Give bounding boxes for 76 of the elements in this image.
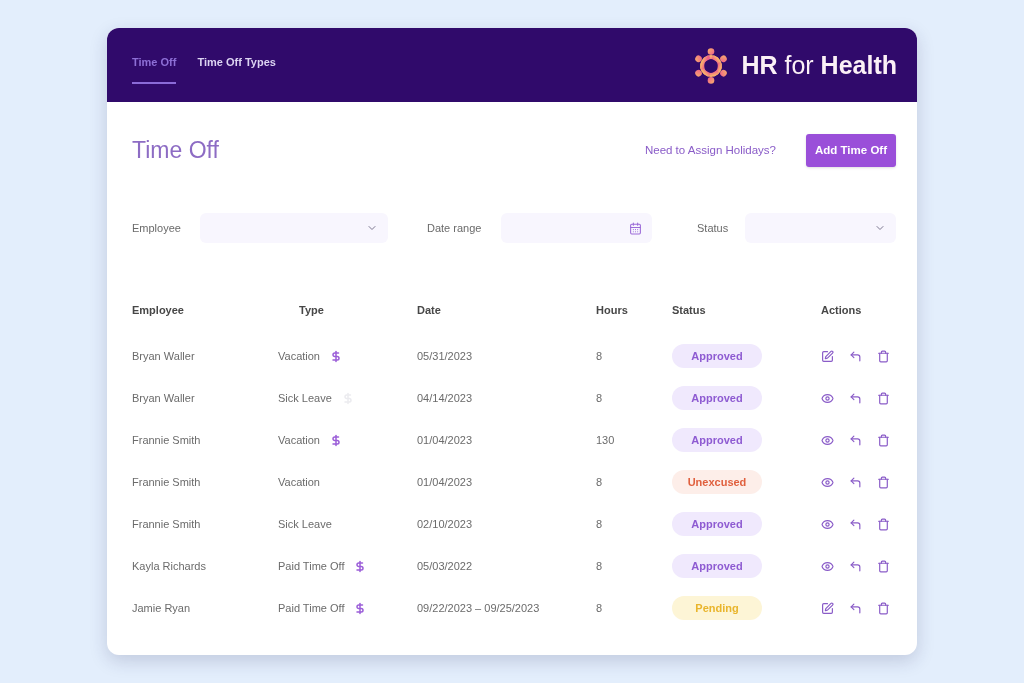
date-cell-text: 09/22/2023 – 09/25/2023	[417, 600, 540, 616]
delete-icon[interactable]	[877, 517, 890, 531]
return-arrow-icon[interactable]	[849, 433, 862, 447]
logo-text: HR for Health	[741, 50, 897, 82]
logo-icon	[693, 48, 730, 84]
column-header: Hours	[596, 302, 629, 318]
date-cell-text: 02/10/2023	[417, 516, 473, 532]
select-field[interactable]	[200, 213, 388, 243]
status-pill: Approved	[672, 428, 762, 452]
view-icon[interactable]	[821, 559, 834, 573]
status-pill: Approved	[672, 512, 762, 536]
add-time-off-button[interactable]: Add Time Off	[806, 134, 896, 167]
hours-cell-text: 130	[596, 432, 615, 448]
column-header: Actions	[820, 302, 863, 318]
view-icon[interactable]	[821, 391, 834, 405]
type-cell-text: Sick Leave	[278, 516, 332, 532]
employee-cell-text: Bryan Waller	[132, 348, 195, 364]
edit-icon[interactable]	[821, 349, 834, 363]
type-cell-text: Vacation	[278, 432, 320, 448]
status-pill: Approved	[672, 554, 762, 578]
type-cell-text: Vacation	[278, 474, 320, 490]
return-arrow-icon[interactable]	[849, 601, 862, 615]
view-icon[interactable]	[821, 517, 834, 531]
return-arrow-icon[interactable]	[849, 391, 862, 405]
calendar-icon	[629, 221, 642, 235]
type-cell-text: Paid Time Off	[278, 600, 345, 616]
date-cell-text: 01/04/2023	[417, 432, 473, 448]
hours-cell-text: 8	[596, 474, 603, 490]
edit-icon[interactable]	[821, 601, 834, 615]
type-cell-text: Paid Time Off	[278, 558, 345, 574]
hours-cell-text: 8	[596, 348, 603, 364]
column-header: Type	[298, 302, 325, 318]
delete-icon[interactable]	[877, 475, 890, 489]
date-cell-text: 05/31/2023	[417, 348, 473, 364]
return-arrow-icon[interactable]	[849, 517, 862, 531]
hours-cell-text: 8	[596, 390, 603, 406]
column-header: Date	[417, 302, 442, 318]
filter-label: Status	[697, 220, 730, 236]
date-cell-text: 05/03/2022	[417, 558, 473, 574]
delete-icon[interactable]	[877, 601, 890, 615]
view-icon[interactable]	[821, 433, 834, 447]
select-field[interactable]	[745, 213, 896, 243]
column-header: Status	[672, 302, 707, 318]
delete-icon[interactable]	[877, 391, 890, 405]
employee-cell-text: Bryan Waller	[132, 390, 195, 406]
assign-holidays-link[interactable]: Need to Assign Holidays?	[644, 141, 776, 160]
delete-icon[interactable]	[877, 559, 890, 573]
type-cell-text: Sick Leave	[278, 390, 332, 406]
column-header: Employee	[132, 302, 185, 318]
hours-cell-text: 8	[596, 600, 603, 616]
return-arrow-icon[interactable]	[849, 559, 862, 573]
status-pill: Approved	[672, 386, 762, 410]
filter-label: Employee	[132, 220, 182, 236]
tab[interactable]: Time Off Types	[197, 54, 276, 84]
status-pill: Unexcused	[672, 470, 762, 494]
status-pill: Approved	[672, 344, 762, 368]
date-cell-text: 01/04/2023	[417, 474, 473, 490]
employee-cell-text: Jamie Ryan	[132, 600, 191, 616]
delete-icon[interactable]	[877, 433, 890, 447]
employee-cell-text: Frannie Smith	[132, 474, 201, 490]
date-cell-text: 04/14/2023	[417, 390, 473, 406]
filter-label: Date range	[427, 220, 483, 236]
tab[interactable]: Time Off	[132, 54, 177, 84]
hours-cell-text: 8	[596, 516, 603, 532]
return-arrow-icon[interactable]	[849, 349, 862, 363]
status-pill: Pending	[672, 596, 762, 620]
employee-cell-text: Frannie Smith	[132, 432, 201, 448]
delete-icon[interactable]	[877, 349, 890, 363]
return-arrow-icon[interactable]	[849, 475, 862, 489]
page-title: Time Off	[132, 136, 219, 166]
hours-cell-text: 8	[596, 558, 603, 574]
view-icon[interactable]	[821, 475, 834, 489]
type-cell-text: Vacation	[278, 348, 320, 364]
date-range-field[interactable]	[501, 213, 652, 243]
employee-cell-text: Frannie Smith	[132, 516, 201, 532]
employee-cell-text: Kayla Richards	[132, 558, 206, 574]
